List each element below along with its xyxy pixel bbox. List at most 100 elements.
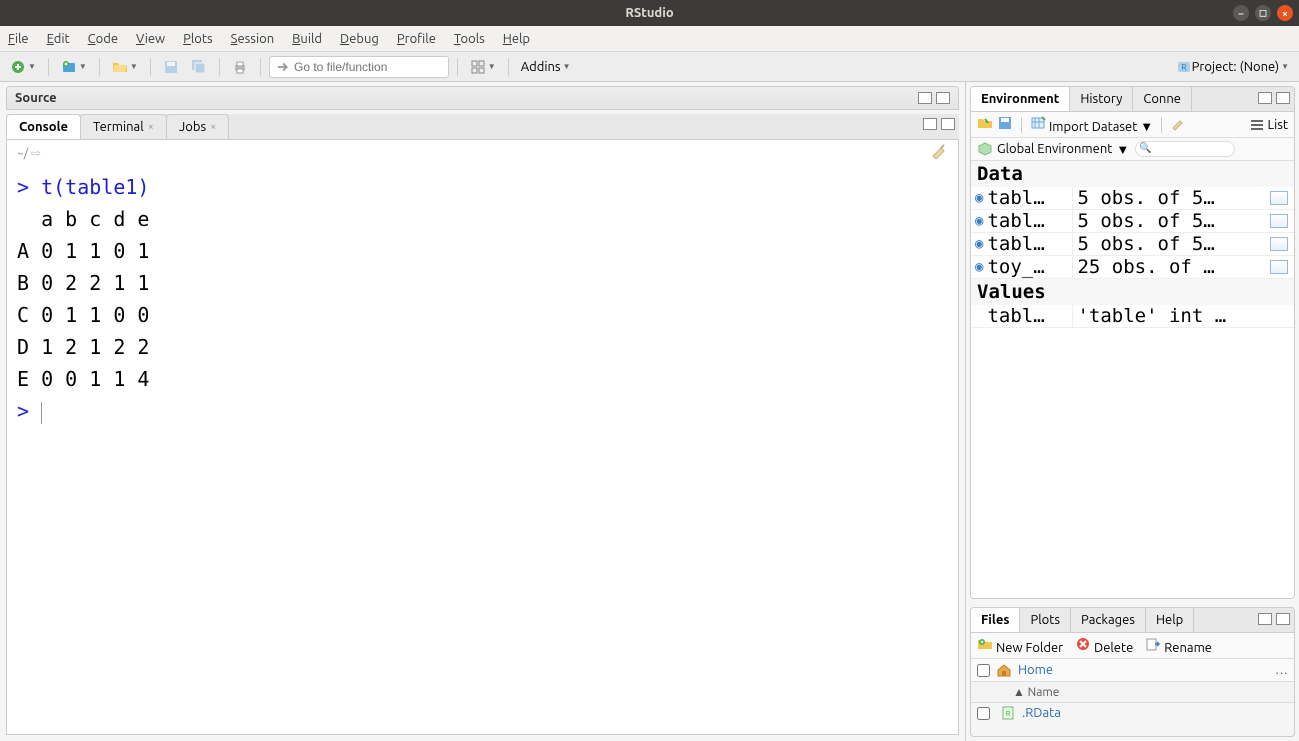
menu-view[interactable]: View bbox=[136, 32, 165, 46]
menu-build[interactable]: Build bbox=[292, 32, 322, 46]
environment-search[interactable] bbox=[1135, 141, 1235, 157]
sort-indicator[interactable]: ▲ Name bbox=[1013, 685, 1059, 699]
svg-text:R: R bbox=[1006, 710, 1011, 718]
env-value-row[interactable]: ◉tabl…'table' int … bbox=[971, 305, 1294, 328]
save-button[interactable] bbox=[159, 57, 183, 77]
tab-packages[interactable]: Packages bbox=[1071, 608, 1146, 632]
window-minimize-button[interactable]: – bbox=[1233, 5, 1249, 21]
env-object-name: tabl… bbox=[987, 305, 1073, 327]
file-name: .RData bbox=[1022, 706, 1061, 720]
env-object-name: tabl… bbox=[987, 210, 1073, 232]
view-data-icon[interactable] bbox=[1270, 214, 1288, 228]
window-maximize-button[interactable]: ◻ bbox=[1255, 5, 1271, 21]
close-icon[interactable]: × bbox=[210, 121, 216, 133]
addins-label: Addins bbox=[521, 60, 561, 74]
goto-file-function[interactable] bbox=[269, 56, 449, 78]
env-data-row[interactable]: ◉tabl…5 obs. of 5… bbox=[971, 210, 1294, 233]
menu-debug[interactable]: Debug bbox=[340, 32, 379, 46]
menu-tools[interactable]: Tools bbox=[454, 32, 485, 46]
view-data-icon[interactable] bbox=[1270, 260, 1288, 274]
svg-text:R: R bbox=[1181, 63, 1186, 72]
clear-console-button[interactable] bbox=[930, 143, 948, 162]
menu-edit[interactable]: Edit bbox=[47, 32, 70, 46]
chevron-down-icon: ▼ bbox=[1116, 142, 1129, 157]
tab-environment[interactable]: Environment bbox=[971, 87, 1070, 111]
menu-session[interactable]: Session bbox=[231, 32, 274, 46]
files-minimize-button[interactable] bbox=[1258, 613, 1272, 625]
more-button[interactable]: … bbox=[1275, 663, 1288, 677]
new-folder-button[interactable]: New Folder bbox=[977, 636, 1063, 655]
env-data-row[interactable]: ◉toy_…25 obs. of … bbox=[971, 256, 1294, 279]
env-minimize-button[interactable] bbox=[1258, 92, 1272, 104]
save-all-icon bbox=[191, 59, 207, 75]
rename-icon bbox=[1145, 636, 1161, 652]
broom-icon bbox=[1170, 115, 1186, 131]
expand-icon[interactable]: ◉ bbox=[975, 213, 983, 229]
breadcrumb-home[interactable]: Home bbox=[1018, 663, 1053, 677]
project-menu-button[interactable]: R Project: (None) ▼ bbox=[1172, 57, 1293, 77]
file-row[interactable]: R .RData bbox=[971, 703, 1294, 723]
close-icon[interactable]: × bbox=[148, 121, 154, 133]
expand-icon[interactable]: ◉ bbox=[975, 259, 983, 275]
select-all-checkbox[interactable] bbox=[977, 664, 990, 677]
source-restore-button[interactable] bbox=[918, 92, 932, 104]
file-checkbox[interactable] bbox=[977, 707, 990, 720]
menu-profile[interactable]: Profile bbox=[397, 32, 436, 46]
view-data-icon[interactable] bbox=[1270, 191, 1288, 205]
tab-connections[interactable]: Conne bbox=[1133, 87, 1192, 111]
save-all-button[interactable] bbox=[187, 57, 211, 77]
files-maximize-button[interactable] bbox=[1276, 613, 1290, 625]
rename-button[interactable]: Rename bbox=[1145, 636, 1212, 655]
list-view-button[interactable]: List bbox=[1249, 117, 1288, 133]
files-toolbar: New Folder Delete Rename bbox=[971, 633, 1294, 659]
delete-label: Delete bbox=[1094, 641, 1133, 655]
console-maximize-button[interactable] bbox=[941, 118, 955, 130]
addins-button[interactable]: Addins ▼ bbox=[517, 58, 575, 76]
clear-objects-button[interactable] bbox=[1170, 115, 1186, 134]
goto-input[interactable] bbox=[294, 60, 442, 74]
env-data-row[interactable]: ◉tabl…5 obs. of 5… bbox=[971, 233, 1294, 256]
tab-terminal[interactable]: Terminal× bbox=[80, 114, 167, 139]
save-icon bbox=[997, 115, 1013, 131]
load-workspace-button[interactable] bbox=[977, 115, 993, 134]
tab-history[interactable]: History bbox=[1070, 87, 1133, 111]
tab-plots[interactable]: Plots bbox=[1020, 608, 1071, 632]
tab-help[interactable]: Help bbox=[1146, 608, 1194, 632]
env-maximize-button[interactable] bbox=[1276, 92, 1290, 104]
env-object-value: 5 obs. of 5… bbox=[1073, 210, 1270, 232]
source-maximize-button[interactable] bbox=[936, 92, 950, 104]
delete-button[interactable]: Delete bbox=[1075, 636, 1133, 655]
menu-code[interactable]: Code bbox=[88, 32, 118, 46]
plus-icon bbox=[10, 59, 26, 75]
environment-search-input[interactable] bbox=[1135, 141, 1235, 157]
env-data-row[interactable]: ◉tabl…5 obs. of 5… bbox=[971, 187, 1294, 210]
env-data-header: Data bbox=[971, 161, 1294, 187]
environment-scope-bar: Global Environment ▼ bbox=[971, 138, 1294, 161]
save-workspace-button[interactable] bbox=[997, 115, 1013, 134]
name-column-label: Name bbox=[1028, 686, 1060, 699]
new-project-button[interactable]: ▼ bbox=[57, 57, 91, 77]
window-close-button[interactable]: × bbox=[1277, 5, 1293, 21]
view-data-icon[interactable] bbox=[1270, 237, 1288, 251]
env-values-header: Values bbox=[971, 279, 1294, 305]
environment-tabs: Environment History Conne bbox=[971, 87, 1294, 112]
goto-arrow-icon bbox=[276, 59, 290, 75]
grid-toggle-button[interactable]: ▼ bbox=[466, 57, 500, 77]
console-minimize-button[interactable] bbox=[923, 118, 937, 130]
menu-help[interactable]: Help bbox=[503, 32, 530, 46]
tab-jobs[interactable]: Jobs× bbox=[166, 114, 229, 139]
open-file-button[interactable]: ▼ bbox=[108, 57, 142, 77]
tab-console[interactable]: Console bbox=[6, 114, 81, 139]
tab-files[interactable]: Files bbox=[971, 608, 1020, 632]
expand-icon[interactable]: ◉ bbox=[975, 190, 983, 206]
console-output[interactable]: > t(table1) a b c d e A 0 1 1 0 1 B 0 2 … bbox=[6, 165, 959, 735]
new-file-button[interactable]: ▼ bbox=[6, 57, 40, 77]
import-dataset-button[interactable]: Import Dataset ▼ bbox=[1030, 115, 1153, 134]
menu-file[interactable]: File bbox=[8, 32, 29, 46]
menu-plots[interactable]: Plots bbox=[183, 32, 213, 46]
rename-label: Rename bbox=[1164, 641, 1212, 655]
print-button[interactable] bbox=[228, 57, 252, 77]
expand-icon[interactable]: ◉ bbox=[975, 236, 983, 252]
scope-selector[interactable]: Global Environment ▼ bbox=[977, 141, 1129, 157]
files-pane: Files Plots Packages Help New Folder Del… bbox=[970, 607, 1295, 737]
